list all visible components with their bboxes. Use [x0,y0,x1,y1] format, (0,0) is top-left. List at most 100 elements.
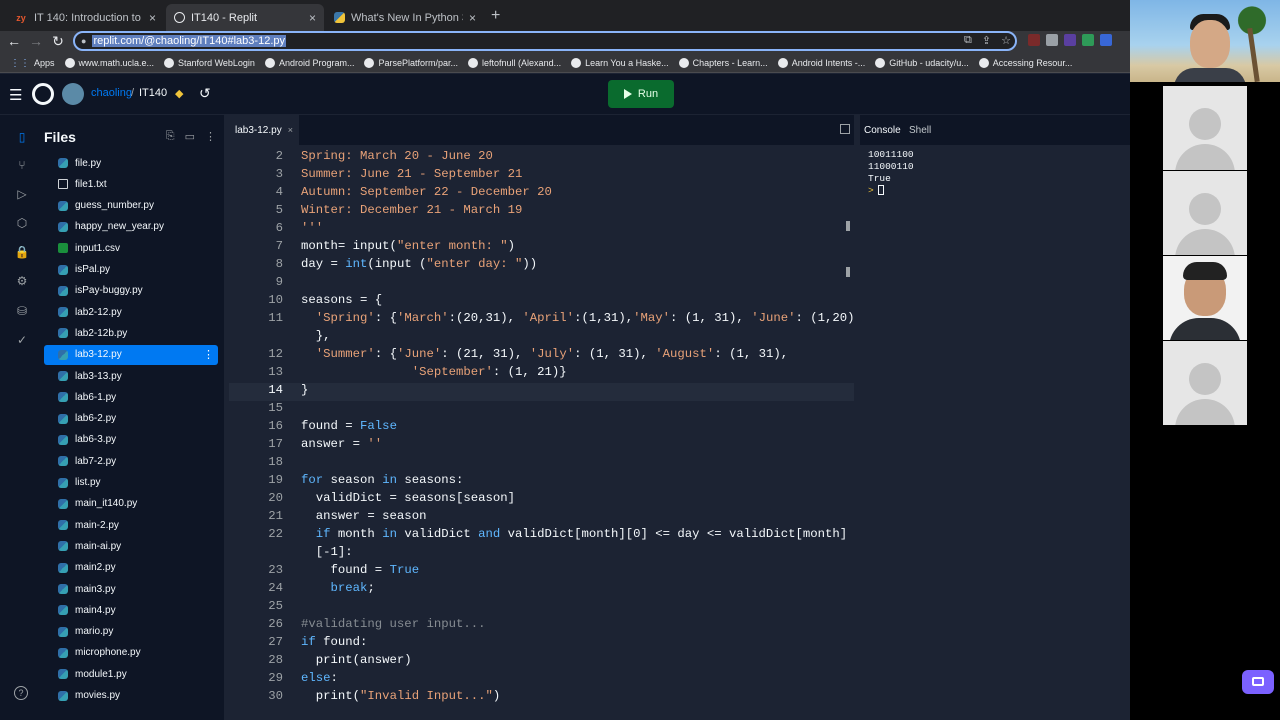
bookmark-item[interactable]: ⋮⋮ Apps [10,58,55,69]
code-line[interactable]: }, [301,329,331,343]
code-line[interactable]: if found: [301,635,367,649]
bookmark-item[interactable]: ParsePlatform/par... [364,57,458,68]
code-line[interactable]: if month in validDict and validDict[mont… [301,527,847,541]
file-item[interactable]: happy_new_year.py [44,217,218,237]
close-tab-icon[interactable]: × [469,11,476,25]
code-line[interactable]: answer = season [301,509,427,523]
file-item[interactable]: lab2-12b.py [44,323,218,343]
project-name[interactable]: IT140 [139,87,167,99]
code-line[interactable]: 'September': (1, 21)} [301,365,567,379]
avatar[interactable] [62,83,84,105]
file-item[interactable]: isPal.py [44,260,218,280]
username-link[interactable]: chaoling [91,87,132,99]
bookmark-item[interactable]: GitHub - udacity/u... [875,57,969,68]
code-line[interactable]: 'Spring': {'March':(20,31), 'April':(1,3… [301,311,855,325]
file-item[interactable]: file.py [44,153,218,173]
new-file-icon[interactable]: ⎘ [166,130,175,143]
code-line[interactable]: for season in seasons: [301,473,463,487]
browser-tab-3[interactable]: What's New In Python 3.10 — I × [326,4,484,31]
code-line[interactable]: found = False [301,419,397,433]
code-line[interactable]: break; [301,581,375,595]
extension-icon[interactable] [1028,34,1040,46]
code-line[interactable]: month= input("enter month: ") [301,239,515,253]
bookmark-item[interactable]: Stanford WebLogin [164,57,255,68]
file-item[interactable]: lab6-2.py [44,409,218,429]
code-line[interactable]: #validating user input... [301,617,485,631]
new-tab-icon[interactable]: + [491,7,500,25]
run-button[interactable]: Run [608,80,674,108]
bookmark-item[interactable]: www.math.ucla.e... [64,57,154,68]
code-line[interactable]: } [301,383,308,397]
checkmark-icon[interactable]: ✓ [14,332,30,348]
bookmark-item[interactable]: Android Program... [264,57,354,68]
code-line[interactable]: day = int(input ("enter day: ")) [301,257,537,271]
reload-icon[interactable]: ↻ [49,33,67,50]
code-line[interactable]: validDict = seasons[season] [301,491,515,505]
new-folder-icon[interactable]: ▭ [185,130,195,143]
code-line[interactable]: Summer: June 21 - September 21 [301,167,522,181]
secrets-lock-icon[interactable]: 🔒 [14,244,30,260]
bookmark-item[interactable]: Learn You a Haske... [571,57,669,68]
code-area[interactable]: 2 Spring: March 20 - June 20 3 Summer: June… [229,147,855,720]
share-icon[interactable]: ⇪ [982,34,991,47]
file-item[interactable]: main2.py [44,558,218,578]
file-item[interactable]: lab3-13.py [44,366,218,386]
code-line[interactable]: found = True [301,563,420,577]
code-line[interactable]: 'Summer': {'June': (21, 31), 'July': (1,… [301,347,788,361]
star-icon[interactable]: ☆ [1001,34,1011,47]
close-tab-icon[interactable]: × [309,11,316,25]
file-item[interactable]: main3.py [44,579,218,599]
close-tab-icon[interactable]: × [288,125,293,135]
history-icon[interactable]: ↺ [199,85,211,102]
code-line[interactable]: [-1]: [301,545,353,559]
browser-tab-1[interactable]: zy IT 140: Introduction to Scriptin × [6,4,164,31]
console-cursor[interactable] [877,185,884,196]
file-item[interactable]: lab6-3.py [44,430,218,450]
file-options-icon[interactable]: ⋮ [203,348,214,361]
code-line[interactable]: print("Invalid Input...") [301,689,501,703]
settings-gear-icon[interactable]: ⚙ [14,273,30,289]
file-item[interactable]: mario.py [44,622,218,642]
more-options-icon[interactable]: ⋮ [205,130,216,143]
address-bar[interactable]: ● replit.com/@chaoling/IT140#lab3-12.py … [73,31,1017,51]
close-tab-icon[interactable]: × [149,11,156,25]
code-line[interactable]: ''' [301,221,323,235]
code-line[interactable]: Autumn: September 22 - December 20 [301,185,552,199]
extension-icon[interactable] [1100,34,1112,46]
code-line[interactable]: seasons = { [301,293,382,307]
file-item[interactable]: input1.csv [44,238,218,258]
back-icon[interactable]: ← [5,33,23,49]
file-item[interactable]: main-ai.py [44,536,218,556]
file-item[interactable]: movies.py [44,686,218,706]
install-icon[interactable]: ⧉ [964,34,972,47]
packages-icon[interactable]: ⬡ [14,215,30,231]
code-line[interactable]: Winter: December 21 - March 19 [301,203,522,217]
code-line[interactable]: answer = '' [301,437,382,451]
help-icon[interactable]: ? [14,686,28,700]
tab-shell[interactable]: Shell [909,115,931,145]
code-line[interactable]: else: [301,671,338,685]
files-icon[interactable]: ▯ [14,129,30,145]
editor-tab[interactable]: lab3-12.py × [229,115,299,145]
url-text[interactable]: replit.com/@chaoling/IT140#lab3-12.py [92,35,286,47]
chat-button[interactable] [1242,670,1274,694]
bookmark-item[interactable]: Chapters - Learn... [678,57,768,68]
forward-icon[interactable]: → [27,33,45,49]
file-item[interactable]: lab7-2.py [44,451,218,471]
replit-logo-icon[interactable] [32,83,54,105]
extension-icon[interactable] [1064,34,1076,46]
code-line[interactable]: print(answer) [301,653,412,667]
database-icon[interactable]: ⛁ [14,303,30,319]
file-item[interactable]: module1.py [44,664,218,684]
bookmark-item[interactable]: Accessing Resour... [978,57,1072,68]
menu-icon[interactable]: ☰ [9,86,22,104]
bookmark-item[interactable]: Android Intents -... [777,57,865,68]
file-item[interactable]: main-2.py [44,515,218,535]
file-item[interactable]: lab6-1.py [44,387,218,407]
code-line[interactable]: Spring: March 20 - June 20 [301,149,493,163]
file-item[interactable]: file1.txt [44,174,218,194]
extension-icon[interactable] [1082,34,1094,46]
file-item[interactable]: microphone.py [44,643,218,663]
file-item[interactable]: list.py [44,473,218,493]
file-item[interactable]: lab2-12.py [44,302,218,322]
